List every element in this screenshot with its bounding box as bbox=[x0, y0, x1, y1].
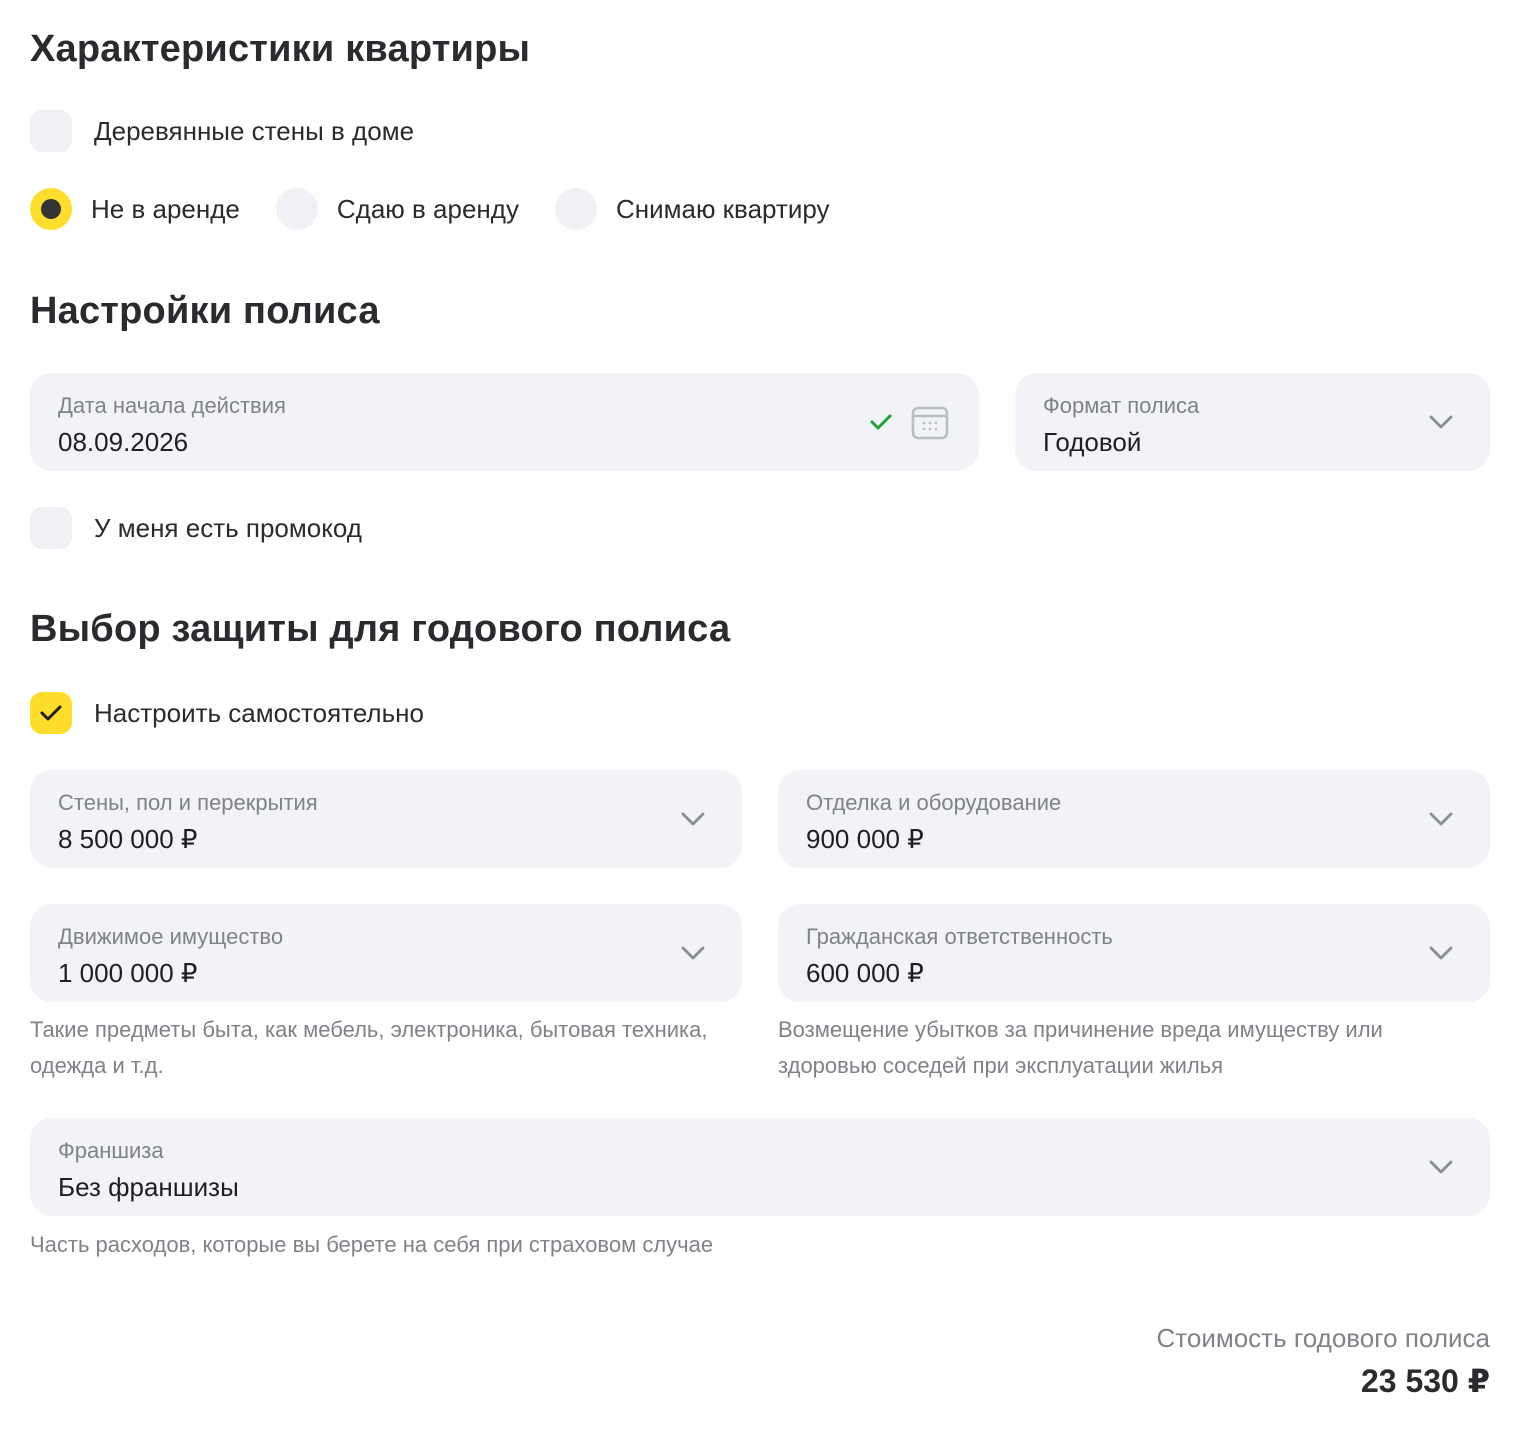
start-date-field[interactable]: Дата начала действия 08.09.2026 bbox=[30, 373, 979, 471]
chevron-down-icon bbox=[681, 812, 705, 826]
total-value: 23 530 ₽ bbox=[1360, 1363, 1490, 1399]
start-date-label: Дата начала действия bbox=[58, 393, 286, 418]
radio-renting-out[interactable]: Сдаю в аренду bbox=[275, 188, 519, 230]
chevron-down-icon bbox=[1429, 1160, 1453, 1174]
start-date-value: 08.09.2026 bbox=[58, 427, 189, 457]
walls-label: Стены, пол и перекрытия bbox=[58, 790, 318, 815]
radio-renting-out-label: Сдаю в аренду bbox=[336, 193, 519, 224]
calendar-icon[interactable] bbox=[911, 406, 949, 440]
promo-checkbox[interactable] bbox=[30, 507, 72, 549]
movable-select[interactable]: Движимое имущество 1 000 000 ₽ bbox=[30, 904, 742, 1002]
total-block: Стоимость годового полиса 23 530 ₽ bbox=[1156, 1323, 1490, 1400]
policy-format-label: Формат полиса bbox=[1043, 393, 1200, 418]
walls-select[interactable]: Стены, пол и перекрытия 8 500 000 ₽ bbox=[30, 770, 742, 868]
finish-value: 900 000 ₽ bbox=[806, 824, 924, 854]
custom-setup-label: Настроить самостоятельно bbox=[94, 697, 424, 728]
deductible-label: Франшиза bbox=[58, 1138, 164, 1163]
custom-setup-checkbox[interactable] bbox=[30, 692, 72, 734]
wooden-walls-label: Деревянные стены в доме bbox=[94, 115, 415, 146]
walls-value: 8 500 000 ₽ bbox=[58, 824, 198, 854]
promo-checkbox-row[interactable]: У меня есть промокод bbox=[30, 507, 362, 549]
liability-hint: Возмещение убытков за причинение вреда и… bbox=[778, 1017, 1383, 1078]
check-icon bbox=[870, 414, 892, 430]
checkmark-icon bbox=[40, 705, 62, 721]
radio-not-rented-button[interactable] bbox=[30, 188, 72, 230]
radio-renting[interactable]: Снимаю квартиру bbox=[554, 188, 830, 230]
radio-not-rented-label: Не в аренде bbox=[91, 193, 240, 224]
deductible-hint: Часть расходов, которые вы берете на себ… bbox=[30, 1232, 714, 1257]
finish-select[interactable]: Отделка и оборудование 900 000 ₽ bbox=[778, 770, 1490, 868]
radio-renting-out-button[interactable] bbox=[275, 188, 318, 230]
deductible-select[interactable]: Франшиза Без франшизы bbox=[30, 1118, 1490, 1216]
radio-not-rented[interactable]: Не в аренде bbox=[30, 188, 240, 230]
policy-format-select[interactable]: Формат полиса Годовой bbox=[1015, 373, 1490, 471]
movable-hint: Такие предметы быта, как мебель, электро… bbox=[30, 1017, 708, 1078]
deductible-value: Без франшизы bbox=[58, 1172, 239, 1202]
chevron-down-icon bbox=[681, 946, 705, 960]
apartment-section-title: Характеристики квартиры bbox=[30, 28, 531, 70]
chevron-down-icon bbox=[1429, 946, 1453, 960]
custom-setup-checkbox-row[interactable]: Настроить самостоятельно bbox=[30, 692, 424, 734]
liability-select[interactable]: Гражданская ответственность 600 000 ₽ bbox=[778, 904, 1490, 1002]
liability-label: Гражданская ответственность bbox=[806, 924, 1113, 949]
promo-label: У меня есть промокод bbox=[94, 512, 362, 543]
wooden-walls-checkbox[interactable] bbox=[30, 110, 72, 152]
protection-section-title: Выбор защиты для годового полиса bbox=[30, 608, 731, 650]
total-label: Стоимость годового полиса bbox=[1156, 1323, 1490, 1353]
radio-renting-button[interactable] bbox=[554, 188, 597, 230]
rent-radio-group: Не в аренде Сдаю в аренду Снимаю квартир… bbox=[30, 188, 830, 230]
movable-label: Движимое имущество bbox=[58, 924, 284, 949]
chevron-down-icon bbox=[1429, 415, 1453, 429]
chevron-down-icon bbox=[1429, 812, 1453, 826]
liability-value: 600 000 ₽ bbox=[806, 958, 924, 988]
finish-label: Отделка и оборудование bbox=[806, 790, 1062, 815]
radio-renting-label: Снимаю квартиру bbox=[615, 193, 830, 224]
movable-value: 1 000 000 ₽ bbox=[58, 958, 198, 988]
policy-format-value: Годовой bbox=[1043, 427, 1142, 457]
wooden-walls-checkbox-row[interactable]: Деревянные стены в доме bbox=[30, 110, 414, 152]
policy-section-title: Настройки полиса bbox=[30, 290, 380, 332]
